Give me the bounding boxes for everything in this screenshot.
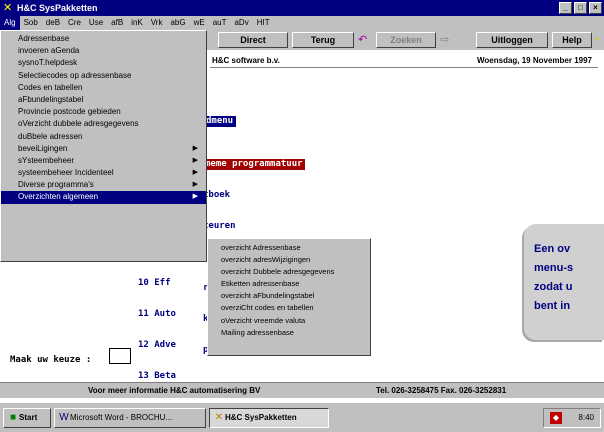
- menu-adv[interactable]: aDv: [230, 16, 252, 30]
- direct-button[interactable]: Direct: [218, 32, 288, 48]
- menu-item-diverse[interactable]: Diverse programma's ▶: [1, 179, 206, 191]
- app-icon: ✕: [214, 412, 224, 423]
- window-title: H&C SysPakketten: [17, 3, 98, 13]
- callout-text: Een ov menu-s zodat u bent in: [534, 243, 574, 312]
- menu-item-dubbele-adressen[interactable]: duBbele adressen: [1, 131, 206, 143]
- close-button[interactable]: ×: [589, 2, 602, 14]
- submenu-item[interactable]: oVerzicht vreemde valuta: [208, 315, 370, 327]
- minimize-button[interactable]: _: [559, 2, 572, 14]
- menu-abg[interactable]: abG: [166, 16, 189, 30]
- menu-item-selectiecodes[interactable]: Selectiecodes op adressenbase: [1, 70, 206, 82]
- program-menu-title: dmenu: [203, 116, 237, 127]
- system-tray: ◆ 8:40: [543, 408, 601, 428]
- search-arrow-icon: ⇨: [440, 34, 450, 46]
- menu-item-beveiligingen[interactable]: beveiLigingen ▶: [1, 143, 206, 155]
- start-button[interactable]: ■ Start: [3, 408, 51, 428]
- program-item[interactable]: 10 Eff: [138, 278, 176, 289]
- menu-item-adressenbase[interactable]: Adressenbase: [1, 33, 206, 45]
- program-item[interactable]: 12 Adve: [138, 340, 176, 351]
- menu-aut[interactable]: auT: [209, 16, 231, 30]
- submenu-arrow-icon: ▶: [192, 169, 198, 177]
- terug-button[interactable]: Terug: [292, 32, 354, 48]
- menu-item-invoeren-agenda[interactable]: invoeren aGenda: [1, 45, 206, 57]
- company-name: H&C software b.v.: [212, 56, 280, 65]
- back-arrow-icon[interactable]: ↶: [358, 33, 367, 47]
- zoeken-button[interactable]: Zoeken: [376, 32, 436, 48]
- menu-item-overzichten-algemeen[interactable]: Overzichten algemeen ▶: [1, 191, 206, 204]
- overzichten-submenu: overzicht Adressenbase overzicht adresWi…: [207, 238, 371, 356]
- submenu-item[interactable]: overzicht adresWijzigingen: [208, 254, 370, 266]
- current-date: Woensdag, 19 November 1997: [476, 56, 592, 65]
- submenu-arrow-icon: ▶: [192, 181, 198, 189]
- status-bar: Voor meer informatie H&C automatisering …: [0, 382, 604, 398]
- clock: 8:40: [578, 413, 594, 422]
- submenu-item[interactable]: Etiketten adressenbase: [208, 278, 370, 290]
- program-item[interactable]: 11 Auto: [138, 309, 176, 320]
- word-icon: W: [59, 412, 69, 423]
- tray-icon[interactable]: ◆: [550, 412, 562, 424]
- menu-item-systeembeheer[interactable]: sYsteembeheer ▶: [1, 155, 206, 167]
- menu-item-codes-tabellen[interactable]: Codes en tabellen: [1, 82, 206, 94]
- info-bar: H&C software b.v. Woensdag, 19 November …: [210, 54, 598, 68]
- app-icon: ✕: [3, 2, 13, 14]
- menu-use[interactable]: Use: [85, 16, 107, 30]
- status-info: Voor meer informatie H&C automatisering …: [88, 386, 261, 395]
- menu-ink[interactable]: inK: [127, 16, 147, 30]
- submenu-item[interactable]: overzicht Dubbele adresgegevens: [208, 266, 370, 278]
- windows-logo-icon: ■: [9, 412, 17, 423]
- toolbar: Direct Terug ↶ Zoeken ⇨ Uitloggen Help ✦: [210, 30, 604, 50]
- program-item[interactable]: tboek: [203, 190, 305, 201]
- menu-item-afbundelingstabel[interactable]: aFbundelingstabel: [1, 94, 206, 106]
- submenu-arrow-icon: ▶: [192, 156, 198, 164]
- program-item[interactable]: 13 Beta: [138, 371, 176, 382]
- choice-input[interactable]: [109, 348, 131, 364]
- uitloggen-button[interactable]: Uitloggen: [476, 32, 548, 48]
- program-list-lower: 10 Eff 11 Auto 12 Adve 13 Beta: [138, 258, 176, 402]
- alg-dropdown-menu: Adressenbase invoeren aGenda sysnoT.help…: [0, 30, 207, 262]
- menu-alg[interactable]: Alg: [0, 16, 20, 30]
- choice-prompt: Maak uw keuze :: [10, 355, 92, 365]
- submenu-item[interactable]: overzicht aFbundelingstabel: [208, 290, 370, 302]
- menu-vrk[interactable]: Vrk: [147, 16, 167, 30]
- menu-item-overzicht-dubbele[interactable]: oVerzicht dubbele adresgegevens: [1, 118, 206, 130]
- menu-afb[interactable]: afB: [107, 16, 127, 30]
- title-bar: ✕ H&C SysPakketten _ □ ×: [0, 0, 604, 16]
- menu-we[interactable]: wE: [190, 16, 209, 30]
- submenu-item[interactable]: overziCht codes en tabellen: [208, 302, 370, 314]
- help-callout: Een ov menu-s zodat u bent in: [524, 224, 604, 340]
- taskbar-syspakketten[interactable]: ✕ H&C SysPakketten: [209, 408, 329, 428]
- taskbar-word[interactable]: WMicrosoft Word - BROCHU...: [54, 408, 206, 428]
- menu-cre[interactable]: Cre: [64, 16, 85, 30]
- menu-hit[interactable]: HIT: [253, 16, 274, 30]
- maximize-button[interactable]: □: [574, 2, 587, 14]
- help-button[interactable]: Help: [552, 32, 592, 48]
- submenu-arrow-icon: ▶: [192, 144, 198, 152]
- submenu-item[interactable]: Mailing adressenbase: [208, 327, 370, 339]
- menu-item-provincie[interactable]: Provincie postcode gebieden: [1, 106, 206, 118]
- menu-bar: Alg Sob deB Cre Use afB inK Vrk abG wE a…: [0, 16, 604, 30]
- menu-item-systeembeheer-incidenteel[interactable]: systeembeheer Incidenteel ▶: [1, 167, 206, 179]
- window-controls: _ □ ×: [559, 2, 602, 14]
- program-item[interactable]: teuren: [203, 221, 305, 232]
- program-item-selected[interactable]: meme programmatuur: [203, 159, 305, 170]
- menu-deb[interactable]: deB: [42, 16, 64, 30]
- menu-item-helpdesk[interactable]: sysnoT.helpdesk: [1, 57, 206, 69]
- taskbar: ■ Start WMicrosoft Word - BROCHU... ✕ H&C …: [0, 402, 604, 432]
- submenu-item[interactable]: overzicht Adressenbase: [208, 242, 370, 254]
- menu-sob[interactable]: Sob: [20, 16, 42, 30]
- status-phone: Tel. 026-3258475 Fax. 026-3252831: [376, 386, 507, 395]
- submenu-arrow-icon: ▶: [192, 193, 198, 201]
